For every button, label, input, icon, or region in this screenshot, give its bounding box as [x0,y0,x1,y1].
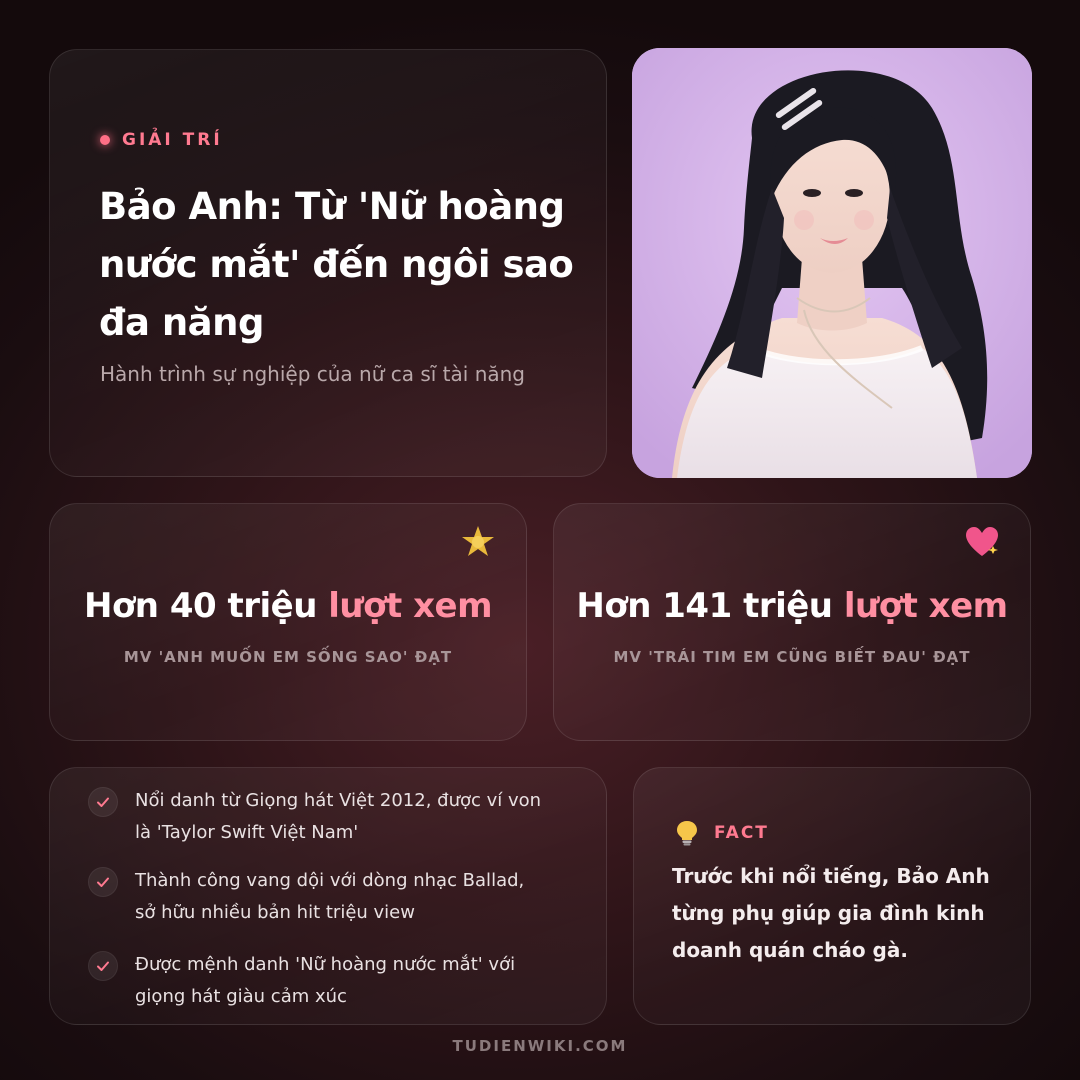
fact-text: Trước khi nổi tiếng, Bảo Anh từng phụ gi… [672,858,992,969]
list-item-text: Được mệnh danh 'Nữ hoàng nước mắt' với g… [135,949,515,1013]
stat-description: MV 'ANH MUỐN EM SỐNG SAO' ĐẠT [123,648,453,666]
fact-header: FACT [676,820,769,846]
article-subtitle: Hành trình sự nghiệp của nữ ca sĩ tài nă… [100,362,525,386]
list-item-text: Thành công vang dội với dòng nhạc Ballad… [135,865,524,929]
category-dot [100,135,110,145]
list-item-line: Được mệnh danh 'Nữ hoàng nước mắt' với [135,954,516,975]
fact-line: doanh quán cháo gà. [672,938,908,962]
sparkle-star-icon [462,526,494,556]
article-title: Bảo Anh: Từ 'Nữ hoàng nước mắt' đến ngôi… [99,178,579,352]
stat-value: Hơn 40 triệu lượt xem [50,586,526,626]
title-line: nước mắt' đến ngôi sao [99,243,574,286]
stat-value-accent: lượt xem [328,586,493,626]
light-bulb-icon [677,821,697,846]
fact-line: Trước khi nổi tiếng, Bảo Anh [672,864,990,888]
category-tag: GIẢI TRÍ [100,130,223,150]
fact-line: từng phụ giúp gia đình kinh [672,901,985,925]
highlights-card: Nổi danh từ Giọng hát Việt 2012, được ví… [49,767,607,1025]
list-item-line: giọng hát giàu cảm xúc [135,986,347,1007]
stat-value: Hơn 141 triệu lượt xem [554,586,1030,626]
portrait-photo [632,48,1032,478]
stat-card: Hơn 40 triệu lượt xem MV 'ANH MUỐN EM SỐ… [49,503,527,741]
stat-card: Hơn 141 triệu lượt xem MV 'TRÁI TIM EM C… [553,503,1031,741]
list-item: Được mệnh danh 'Nữ hoàng nước mắt' với g… [88,949,588,1013]
stat-value-accent: lượt xem [843,586,1008,626]
fact-label: FACT [714,823,769,843]
list-item-line: Thành công vang dội với dòng nhạc Ballad… [135,870,525,891]
list-item-line: là 'Taylor Swift Việt Nam' [135,822,359,843]
title-line: Bảo Anh: Từ 'Nữ hoàng [99,185,565,228]
list-item-line: Nổi danh từ Giọng hát Việt 2012, được ví… [135,790,542,811]
title-line: đa năng [99,301,264,344]
check-icon [88,951,118,981]
stat-description: MV 'TRÁI TIM EM CŨNG BIẾT ĐAU' ĐẠT [613,648,971,666]
list-item-text: Nổi danh từ Giọng hát Việt 2012, được ví… [135,785,541,849]
hero-card: GIẢI TRÍ Bảo Anh: Từ 'Nữ hoàng nước mắt'… [49,49,607,477]
stat-value-main: Hơn 141 triệu [576,586,833,626]
check-icon [88,787,118,817]
list-item: Thành công vang dội với dòng nhạc Ballad… [88,865,588,929]
portrait-illustration [632,48,1032,478]
check-icon [88,867,118,897]
site-footer: TUDIENWIKI.COM [452,1037,628,1055]
fact-card: FACT Trước khi nổi tiếng, Bảo Anh từng p… [633,767,1031,1025]
sparkling-heart-icon [966,527,998,556]
category-label: GIẢI TRÍ [122,130,223,150]
list-item-line: sở hữu nhiều bản hit triệu view [135,902,415,923]
list-item: Nổi danh từ Giọng hát Việt 2012, được ví… [88,785,588,849]
stat-value-main: Hơn 40 triệu [83,586,317,626]
